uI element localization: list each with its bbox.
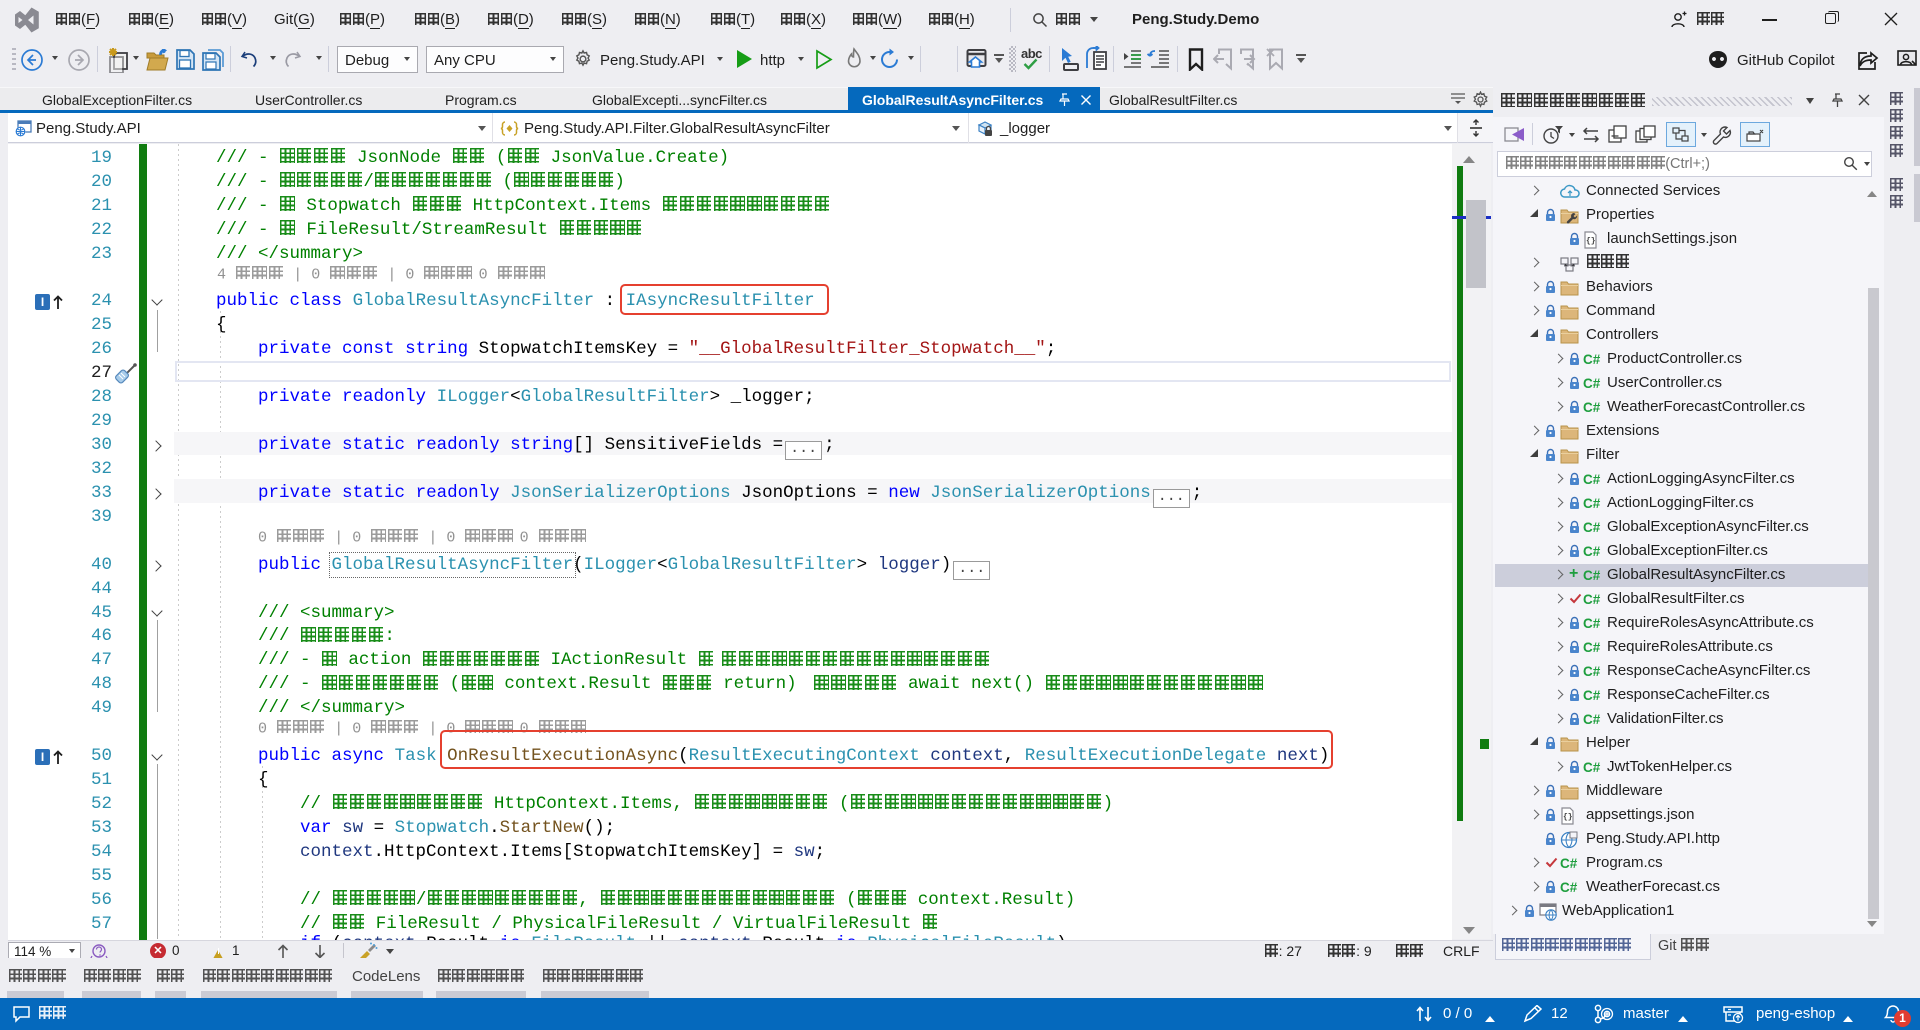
svg-text:{}: {}: [1563, 813, 1573, 822]
svg-text:{}: {}: [1586, 237, 1596, 246]
